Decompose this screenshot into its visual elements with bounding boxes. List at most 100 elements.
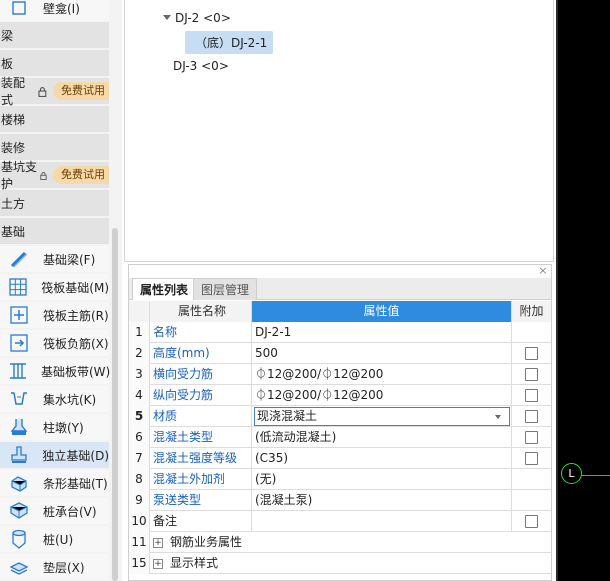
property-value[interactable]: ⏀12@200/⏀12@200 (252, 385, 512, 406)
attach-cell (512, 490, 551, 511)
category-prefab[interactable]: 装配式 免费试用 (0, 76, 109, 107)
row-number: 15 (129, 553, 150, 574)
header-num (129, 301, 150, 322)
sidebar-item-cushion-layer[interactable]: 垫层(X) (0, 554, 109, 580)
property-name: 混凝土强度等级 (150, 448, 252, 469)
row-number: 11 (129, 532, 150, 553)
drawing-canvas[interactable] (556, 0, 610, 581)
property-row[interactable]: 8 混凝土外加剂 (无) (129, 469, 551, 490)
header-name: 属性名称 (150, 301, 252, 322)
attach-checkbox[interactable] (525, 368, 538, 381)
attach-checkbox[interactable] (525, 389, 538, 402)
property-value[interactable]: (无) (252, 469, 512, 490)
sidebar-item-niche[interactable]: 壁龛(I) (0, 0, 109, 21)
material-select[interactable]: 现浇混凝土 (254, 407, 510, 426)
attach-cell (512, 406, 551, 427)
sidebar-item-label: 壁龛(I) (43, 1, 80, 16)
property-row[interactable]: 2 高度(mm) 500 (129, 343, 551, 364)
sidebar-item-foundation-beam[interactable]: 基础梁(F) (0, 246, 109, 272)
tree-node-dj-2-1[interactable]: （底）DJ-2-1 (185, 31, 274, 54)
property-row[interactable]: 3 横向受力筋 ⏀12@200/⏀12@200 (129, 364, 551, 385)
tree-node-dj-2[interactable]: DJ-2 <0> (163, 11, 231, 25)
property-name: + 显示样式 (153, 556, 219, 570)
sidebar-item-strip-footing[interactable]: 条形基础(T) (0, 470, 109, 496)
expand-plus-icon[interactable]: + (153, 538, 163, 548)
property-value[interactable]: 现浇混凝土 (252, 406, 512, 427)
attach-checkbox[interactable] (525, 452, 538, 465)
property-name: 泵送类型 (150, 490, 252, 511)
attach-checkbox[interactable] (525, 431, 538, 444)
row-number: 5 (129, 406, 150, 427)
sidebar-item-raft-foundation[interactable]: 筏板基础(M) (0, 274, 109, 300)
sidebar-item-sump-pit[interactable]: 集水坑(K) (0, 386, 109, 412)
attach-cell (512, 343, 551, 364)
property-name: 材质 (150, 406, 252, 427)
property-row[interactable]: 15 + 显示样式 (129, 553, 551, 574)
property-row[interactable]: 11 + 钢筋业务属性 (129, 532, 551, 553)
grid-header: 属性名称 属性值 附加 (129, 301, 551, 322)
row-number: 2 (129, 343, 150, 364)
property-row[interactable]: 6 混凝土类型 (低流动混凝土) (129, 427, 551, 448)
free-trial-badge[interactable]: 免费试用 (53, 82, 109, 100)
row-number: 3 (129, 364, 150, 385)
property-row[interactable]: 10 备注 (129, 511, 551, 532)
property-row[interactable]: 4 纵向受力筋 ⏀12@200/⏀12@200 (129, 385, 551, 406)
expand-arrow-icon[interactable] (163, 15, 171, 20)
row-number: 10 (129, 511, 150, 532)
component-tree: DJ-2 <0> （底）DJ-2-1 DJ-3 <0> (124, 0, 554, 262)
property-value[interactable]: (C35) (252, 448, 512, 469)
sidebar-item-raft-negative-rebar[interactable]: 筏板负筋(X) (0, 330, 109, 356)
property-value[interactable]: ⏀12@200/⏀12@200 (252, 364, 512, 385)
foundation-beam-icon (8, 248, 30, 270)
category-earthwork[interactable]: 土方 (0, 190, 109, 216)
property-value[interactable]: DJ-2-1 (252, 322, 512, 343)
lock-icon (40, 172, 47, 180)
property-value[interactable]: (混凝土泵) (252, 490, 512, 511)
property-name: + 钢筋业务属性 (153, 535, 243, 549)
tab-property-list[interactable]: 属性列表 (132, 278, 197, 300)
attach-cell (512, 385, 551, 406)
raft-negative-rebar-icon (8, 332, 30, 354)
lock-icon (38, 87, 47, 97)
attach-checkbox[interactable] (525, 347, 538, 360)
category-stairs[interactable]: 楼梯 (0, 106, 109, 132)
sidebar-item-raft-main-rebar[interactable]: 筏板主筋(R) (0, 302, 109, 328)
free-trial-badge[interactable]: 免费试用 (53, 166, 109, 184)
attach-checkbox[interactable] (525, 515, 538, 528)
property-row[interactable]: 1 名称 DJ-2-1 (129, 322, 551, 343)
tree-node-dj-3[interactable]: DJ-3 <0> (173, 59, 229, 73)
sidebar-item-pile-cap[interactable]: 桩承台(V) (0, 498, 109, 524)
tab-layer-management[interactable]: 图层管理 (193, 278, 258, 300)
category-decoration[interactable]: 装修 (0, 134, 109, 160)
property-row[interactable]: 9 泵送类型 (混凝土泵) (129, 490, 551, 511)
panel-tabs: 属性列表 图层管理 (129, 278, 551, 300)
sidebar-item-pile[interactable]: 桩(U) (0, 526, 109, 552)
sidebar-item-isolated-footing[interactable]: 独立基础(D) (0, 442, 109, 468)
property-value[interactable]: (低流动混凝土) (252, 427, 512, 448)
category-pit-support[interactable]: 基坑支护 免费试用 (0, 160, 109, 191)
sidebar-scrollbar[interactable] (112, 228, 118, 581)
raft-main-rebar-icon (8, 304, 30, 326)
close-icon[interactable]: × (538, 265, 548, 277)
attach-cell (512, 364, 551, 385)
category-slab[interactable]: 板 (0, 50, 109, 76)
component-sidebar: 壁龛(I) 梁 板 装配式 免费试用 楼梯 装修 基坑支护 免费试用 土方 基础… (0, 0, 122, 581)
category-foundation[interactable]: 基础 (0, 218, 109, 244)
property-row[interactable]: 7 混凝土强度等级 (C35) (129, 448, 551, 469)
category-beam[interactable]: 梁 (0, 22, 109, 48)
row-number: 6 (129, 427, 150, 448)
property-name: 横向受力筋 (150, 364, 252, 385)
attach-cell (512, 427, 551, 448)
sidebar-item-column-pier[interactable]: 柱墩(Y) (0, 414, 109, 440)
raft-foundation-icon (8, 276, 28, 298)
axis-label: L (561, 463, 582, 484)
property-row[interactable]: 5 材质 现浇混凝土 (129, 406, 551, 427)
cushion-layer-icon (8, 556, 30, 578)
property-value[interactable]: 500 (252, 343, 512, 364)
expand-plus-icon[interactable]: + (153, 559, 163, 569)
chevron-down-icon[interactable] (495, 415, 501, 419)
attach-checkbox[interactable] (525, 410, 538, 423)
property-name: 高度(mm) (150, 343, 252, 364)
sidebar-item-foundation-strip[interactable]: 基础板带(W) (0, 358, 110, 384)
property-value[interactable] (252, 511, 512, 532)
